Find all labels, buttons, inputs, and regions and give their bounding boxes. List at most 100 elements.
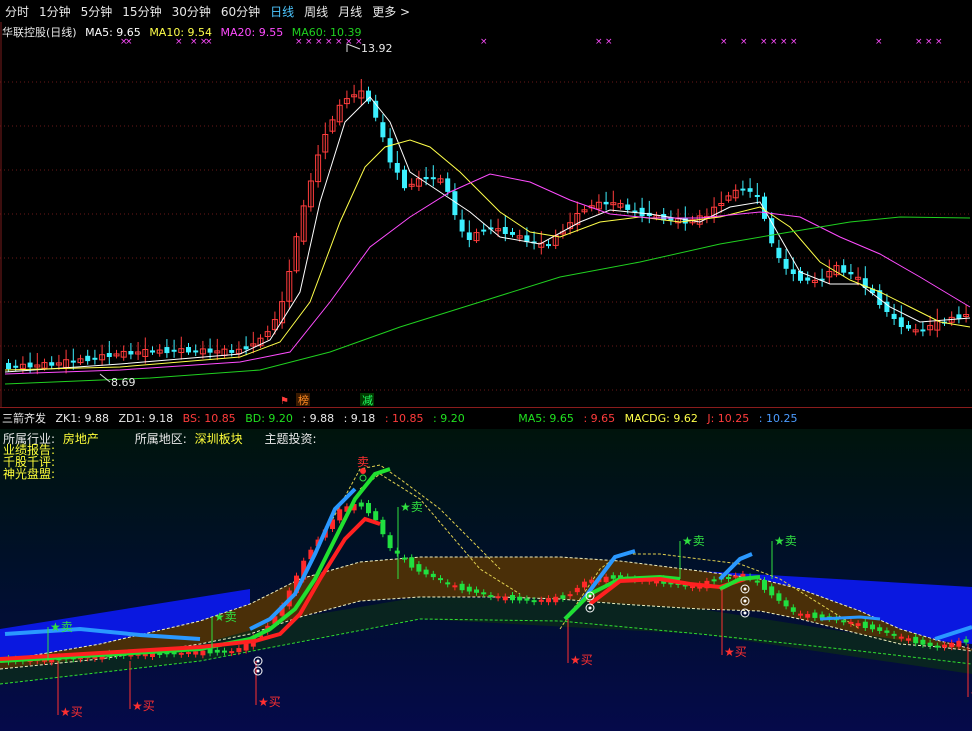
note-league[interactable]: 神光盘盟: bbox=[3, 468, 55, 480]
ind-candle-body bbox=[762, 580, 767, 590]
candle-body bbox=[6, 362, 11, 370]
candle-body bbox=[747, 188, 753, 192]
ind-candle-body bbox=[949, 642, 955, 648]
candle-body bbox=[546, 244, 551, 247]
buy-signal-label: ★买 bbox=[60, 705, 83, 719]
high-price-label: 13.92 bbox=[361, 42, 393, 55]
candle-body bbox=[790, 269, 796, 274]
ind-candle-body bbox=[466, 586, 472, 592]
indicator-chart[interactable]: ★买★买★买★买★买★买★卖★卖★卖★卖★卖卖 bbox=[0, 429, 972, 731]
circle-marker-dot bbox=[743, 611, 747, 615]
signal-marker-icon: × bbox=[935, 37, 943, 47]
candle-body bbox=[128, 351, 134, 355]
candle-body bbox=[668, 218, 674, 221]
candle-body bbox=[193, 350, 199, 353]
region-label: 所属地区: bbox=[134, 432, 187, 446]
ind-candle-body bbox=[805, 614, 811, 618]
signal-marker-icon: × bbox=[925, 37, 933, 47]
ind-candle-body bbox=[798, 613, 803, 616]
signal-marker-icon: × bbox=[345, 37, 353, 47]
ind-candle-body bbox=[589, 579, 595, 583]
ind-candle-body bbox=[963, 639, 969, 643]
ind-candle-body bbox=[474, 589, 479, 593]
peak-sell-label: 卖 bbox=[357, 455, 369, 469]
tab-60min[interactable]: 60分钟 bbox=[216, 3, 265, 20]
ind-candle-body bbox=[891, 633, 897, 636]
tab-weekly[interactable]: 周线 bbox=[299, 3, 333, 20]
tab-15min[interactable]: 15分钟 bbox=[117, 3, 166, 20]
candle-body bbox=[841, 265, 847, 273]
tab-minute[interactable]: 分时 bbox=[0, 3, 34, 20]
tab-monthly[interactable]: 月线 bbox=[333, 3, 367, 20]
signal-marker-icon: × bbox=[335, 37, 343, 47]
tab-more[interactable]: 更多 > bbox=[367, 3, 415, 20]
candle-body bbox=[754, 195, 760, 197]
ind-candle-body bbox=[898, 636, 904, 639]
value-2: : 9.18 bbox=[343, 412, 376, 425]
value-5: : 9.65 bbox=[583, 412, 616, 425]
ma60-line bbox=[4, 216, 971, 385]
j-value: J: 10.25 bbox=[707, 412, 750, 425]
candle-body bbox=[466, 232, 472, 240]
candle-body bbox=[639, 207, 645, 217]
signal-marker-icon: × bbox=[780, 37, 788, 47]
circle-marker-dot bbox=[256, 669, 260, 673]
tab-30min[interactable]: 30分钟 bbox=[167, 3, 216, 20]
signal-marker-icon: × bbox=[175, 37, 183, 47]
ind-candle-body bbox=[733, 575, 739, 578]
circle-marker-dot bbox=[588, 594, 592, 598]
ma5-line bbox=[4, 96, 971, 373]
ind-candle-body bbox=[495, 596, 501, 599]
sell-signal-label: ★卖 bbox=[214, 610, 237, 624]
peak-dot bbox=[360, 468, 366, 474]
ind-candle-body bbox=[517, 596, 523, 601]
value-4: : 9.20 bbox=[433, 412, 465, 425]
candle-body bbox=[171, 349, 177, 352]
ind-candle-body bbox=[229, 651, 235, 654]
candle-body bbox=[186, 347, 191, 353]
ind-candle-body bbox=[524, 598, 530, 601]
candle-body bbox=[776, 247, 782, 259]
candle-body bbox=[207, 348, 213, 353]
ind-candle-body bbox=[754, 580, 760, 583]
candle-body bbox=[891, 313, 897, 319]
ind-candle-body bbox=[812, 612, 818, 618]
ind-candle-body bbox=[920, 639, 926, 645]
tab-1min[interactable]: 1分钟 bbox=[34, 3, 76, 20]
region-value[interactable]: 深圳板块 bbox=[195, 432, 243, 446]
ind-candle-body bbox=[906, 638, 911, 641]
macdg-value: MACDG: 9.62 bbox=[624, 412, 698, 425]
buy-signal-label: ★买 bbox=[132, 699, 155, 713]
ind-candle-body bbox=[531, 600, 537, 603]
ind-candle-body bbox=[610, 575, 616, 579]
circle-marker-dot bbox=[743, 599, 747, 603]
candle-body bbox=[150, 350, 155, 353]
ind-candle-body bbox=[380, 519, 386, 535]
ind-candle-body bbox=[452, 585, 458, 588]
ind-candle-body bbox=[740, 573, 746, 577]
ind-candle-body bbox=[387, 535, 393, 549]
zd1-value: ZD1: 9.18 bbox=[118, 412, 174, 425]
buy-signal-label: ★买 bbox=[570, 653, 593, 667]
ind-candle-body bbox=[366, 503, 371, 514]
low-pointer bbox=[99, 373, 111, 383]
ind-candle-body bbox=[783, 600, 789, 607]
industry-value[interactable]: 房地产 bbox=[63, 432, 99, 446]
bs-value: BS: 10.85 bbox=[182, 412, 236, 425]
signal-marker-icon: × bbox=[720, 37, 728, 47]
ind-candle-body bbox=[841, 620, 847, 623]
candle-body bbox=[92, 357, 98, 360]
value-3: : 10.85 bbox=[384, 412, 424, 425]
ind-candle-body bbox=[603, 576, 609, 583]
ind-candle-body bbox=[862, 621, 868, 628]
tab-5min[interactable]: 5分钟 bbox=[76, 3, 118, 20]
ma10-line bbox=[4, 139, 971, 371]
ind-candle-body bbox=[934, 645, 940, 648]
candle-body bbox=[956, 314, 962, 319]
candlestick-chart[interactable]: 13.928.69×× × × ×× × × × × × × × × × × × × × × × × × × × ×榜 减⚑ bbox=[0, 22, 972, 407]
tab-daily[interactable]: 日线 bbox=[265, 3, 299, 20]
ind-candle-body bbox=[510, 595, 515, 601]
circle-marker-dot bbox=[743, 587, 747, 591]
ind-candle-body bbox=[430, 573, 436, 578]
candle-body bbox=[920, 329, 926, 332]
